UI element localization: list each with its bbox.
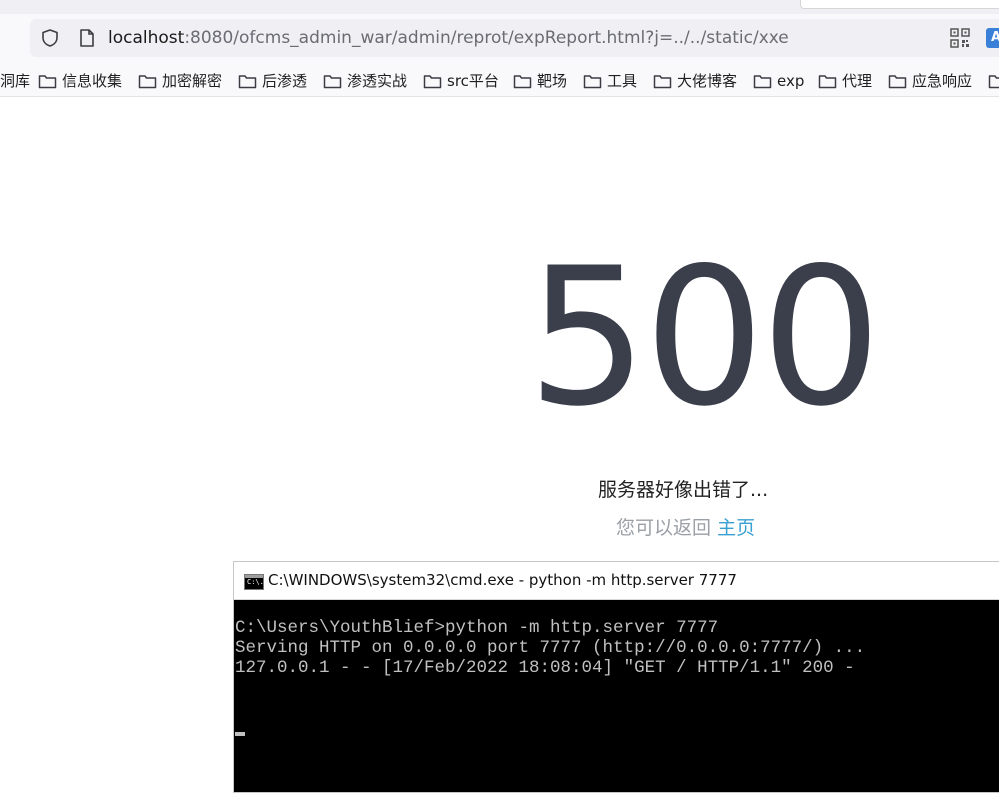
return-text: 您可以返回 [616, 517, 712, 539]
bookmark-folder[interactable]: 渗透实战 [323, 66, 407, 96]
console-line: Serving HTTP on 0.0.0.0 port 7777 (http:… [235, 638, 866, 658]
error-code: 500 [527, 227, 882, 448]
home-link[interactable]: 主页 [717, 517, 755, 539]
console-line: C:\Users\YouthBlief>python -m http.serve… [235, 618, 719, 638]
bookmark-folder[interactable]: 后渗透 [238, 66, 307, 96]
cmd-app-icon: C:\. [244, 574, 264, 590]
tab-strip [0, 0, 999, 14]
bookmark-folder[interactable]: 靶场 [513, 66, 567, 96]
folder-icon [653, 75, 672, 89]
cmd-titlebar[interactable]: C:\. C:\WINDOWS\system32\cmd.exe - pytho… [234, 562, 999, 600]
cmd-title: C:\WINDOWS\system32\cmd.exe - python -m … [268, 571, 737, 589]
folder-icon [988, 75, 999, 89]
translate-extension-icon[interactable]: A [986, 28, 999, 48]
url-path: :8080/ofcms_admin_war/admin/reprot/expRe… [184, 28, 789, 48]
folder-icon [583, 75, 602, 89]
bookmark-folder[interactable]: 信息收集 [38, 66, 122, 96]
folder-icon [138, 75, 157, 89]
folder-icon [423, 75, 442, 89]
shield-icon[interactable] [40, 28, 60, 48]
cmd-icon-label: C:\. [247, 578, 264, 586]
bookmarks-bar: 洞库 信息收集 加密解密 后渗透 渗透实战 src平台 靶场 工具 大佬博客 exp 代理 应急响应 [0, 66, 999, 97]
folder-icon [753, 75, 772, 89]
active-tab-edge[interactable] [800, 0, 999, 9]
folder-icon [38, 75, 57, 89]
navigation-bar: localhost:8080/ofcms_admin_war/admin/rep… [0, 14, 999, 66]
folder-icon [888, 75, 907, 89]
folder-icon [513, 75, 532, 89]
qr-code-icon[interactable] [950, 28, 970, 48]
folder-icon [238, 75, 257, 89]
bookmark-folder[interactable]: src平台 [423, 66, 499, 96]
url-text[interactable]: localhost:8080/ofcms_admin_war/admin/rep… [108, 19, 789, 57]
bookmark-folder[interactable]: exp [753, 66, 804, 96]
folder-icon [323, 75, 342, 89]
bookmark-folder[interactable]: 加密解密 [138, 66, 222, 96]
page-icon[interactable] [78, 28, 96, 48]
bookmark-item-first[interactable]: 洞库 [0, 66, 30, 96]
console-output[interactable]: C:\Users\YouthBlief>python -m http.serve… [234, 600, 999, 792]
return-line: 您可以返回 主页 [616, 514, 755, 542]
error-message: 服务器好像出错了... [598, 479, 769, 501]
bookmark-folder[interactable]: 工具 [583, 66, 637, 96]
url-host: localhost [108, 28, 185, 48]
url-bar[interactable]: localhost:8080/ofcms_admin_war/admin/rep… [30, 19, 999, 57]
console-cursor [235, 732, 245, 736]
folder-icon [818, 75, 837, 89]
cmd-window[interactable]: C:\. C:\WINDOWS\system32\cmd.exe - pytho… [233, 561, 999, 793]
bookmark-folder[interactable]: 代理 [818, 66, 872, 96]
bookmark-folder[interactable]: 大佬博客 [653, 66, 737, 96]
console-line: 127.0.0.1 - - [17/Feb/2022 18:08:04] "GE… [235, 658, 855, 678]
bookmark-folder[interactable]: 应急响应 [888, 66, 972, 96]
